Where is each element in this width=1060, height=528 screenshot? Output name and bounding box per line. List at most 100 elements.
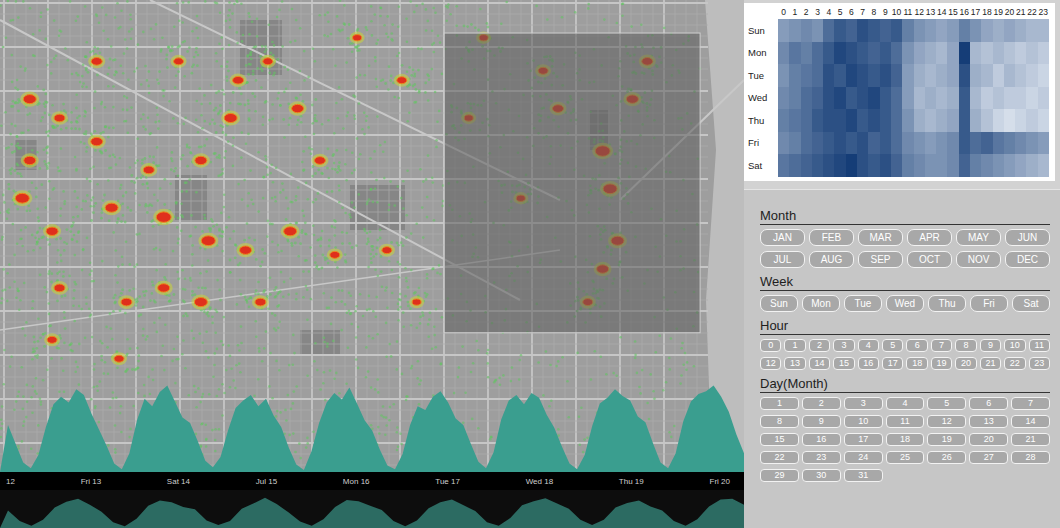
filter-button[interactable]: 7 [931,339,952,352]
heatmap-cell[interactable] [993,109,1004,132]
heatmap-cell[interactable] [880,132,891,155]
filter-button[interactable]: 27 [969,451,1008,464]
heatmap-cell[interactable] [1038,19,1049,42]
filter-button[interactable]: 1 [760,397,799,410]
filter-button[interactable]: 12 [927,415,966,428]
heatmap-cell[interactable] [789,64,800,87]
filter-button[interactable]: 5 [882,339,903,352]
heatmap-cell[interactable] [959,64,970,87]
heatmap-cell[interactable] [902,42,913,65]
heatmap-cell[interactable] [936,154,947,177]
heatmap-cell[interactable] [891,132,902,155]
heatmap-cell[interactable] [970,132,981,155]
heatmap-cell[interactable] [857,64,868,87]
heatmap-cell[interactable] [925,64,936,87]
heatmap-cell[interactable] [801,132,812,155]
heatmap-cell[interactable] [1015,42,1026,65]
heatmap-cell[interactable] [902,154,913,177]
heatmap-cell[interactable] [868,154,879,177]
heatmap-cell[interactable] [993,64,1004,87]
heatmap-cell[interactable] [880,87,891,110]
heatmap-cell[interactable] [868,109,879,132]
filter-button[interactable]: 3 [833,339,854,352]
filter-button[interactable]: Sat [1012,295,1050,312]
filter-button[interactable]: 14 [809,357,830,370]
heatmap-cell[interactable] [789,154,800,177]
heatmap-cell[interactable] [902,64,913,87]
heatmap-cell[interactable] [1015,132,1026,155]
filter-button[interactable]: SEP [858,251,903,268]
filter-button[interactable]: 20 [955,357,976,370]
filter-button[interactable]: 16 [802,433,841,446]
heatmap-cell[interactable] [1026,132,1037,155]
filter-button[interactable]: 6 [969,397,1008,410]
heatmap-cell[interactable] [812,19,823,42]
filter-button[interactable]: 30 [802,469,841,482]
heatmap-cell[interactable] [1004,154,1015,177]
filter-button[interactable]: 16 [858,357,879,370]
heatmap-cell[interactable] [993,154,1004,177]
heatmap-cell[interactable] [846,19,857,42]
map-canvas[interactable] [0,0,744,472]
filter-button[interactable]: 6 [906,339,927,352]
heatmap-cell[interactable] [902,132,913,155]
heatmap-cell[interactable] [1026,42,1037,65]
heatmap-cell[interactable] [834,154,845,177]
filter-button[interactable]: 13 [784,357,805,370]
heatmap-cell[interactable] [1038,42,1049,65]
heatmap-cell[interactable] [914,132,925,155]
filter-button[interactable]: 25 [886,451,925,464]
heatmap-cell[interactable] [891,87,902,110]
filter-button[interactable]: 26 [927,451,966,464]
heatmap-cell[interactable] [936,19,947,42]
heatmap-cell[interactable] [846,42,857,65]
heatmap-cell[interactable] [902,109,913,132]
filter-button[interactable]: 21 [1011,433,1050,446]
heatmap-cell[interactable] [812,87,823,110]
heatmap-cell[interactable] [914,64,925,87]
heatmap-cell[interactable] [925,87,936,110]
heatmap-cell[interactable] [801,87,812,110]
heatmap-cell[interactable] [801,109,812,132]
heatmap-cell[interactable] [914,42,925,65]
heatmap-cell[interactable] [947,132,958,155]
heatmap-cell[interactable] [801,19,812,42]
heatmap-cell[interactable] [981,64,992,87]
heatmap-cell[interactable] [823,132,834,155]
heatmap-cell[interactable] [823,42,834,65]
heatmap-cell[interactable] [846,109,857,132]
heatmap-cell[interactable] [914,19,925,42]
heatmap-cell[interactable] [914,87,925,110]
heatmap-cell[interactable] [981,42,992,65]
filter-button[interactable]: OCT [907,251,952,268]
heatmap-cell[interactable] [1015,19,1026,42]
heatmap-cell[interactable] [981,132,992,155]
heatmap-cell[interactable] [1015,109,1026,132]
heatmap-cell[interactable] [970,19,981,42]
heatmap-cell[interactable] [993,87,1004,110]
heatmap-cell[interactable] [1004,87,1015,110]
heatmap-cell[interactable] [823,109,834,132]
filter-button[interactable]: 2 [809,339,830,352]
filter-button[interactable]: FEB [809,229,854,246]
filter-button[interactable]: 29 [760,469,799,482]
heatmap-cell[interactable] [868,87,879,110]
filter-button[interactable]: Wed [886,295,924,312]
heatmap-cell[interactable] [812,154,823,177]
filter-button[interactable]: 2 [802,397,841,410]
heatmap-cell[interactable] [959,109,970,132]
heatmap-cell[interactable] [959,154,970,177]
filter-button[interactable]: 22 [1004,357,1025,370]
filter-button[interactable]: 8 [760,415,799,428]
filter-button[interactable]: Sun [760,295,798,312]
filter-button[interactable]: 10 [1004,339,1025,352]
heatmap-cell[interactable] [925,132,936,155]
heatmap-cell[interactable] [1015,87,1026,110]
heatmap-cell[interactable] [880,64,891,87]
filter-button[interactable]: 17 [844,433,883,446]
heatmap-cell[interactable] [880,154,891,177]
filter-button[interactable]: 19 [931,357,952,370]
heatmap-cell[interactable] [970,154,981,177]
heatmap-cell[interactable] [959,42,970,65]
heatmap-cell[interactable] [1038,132,1049,155]
